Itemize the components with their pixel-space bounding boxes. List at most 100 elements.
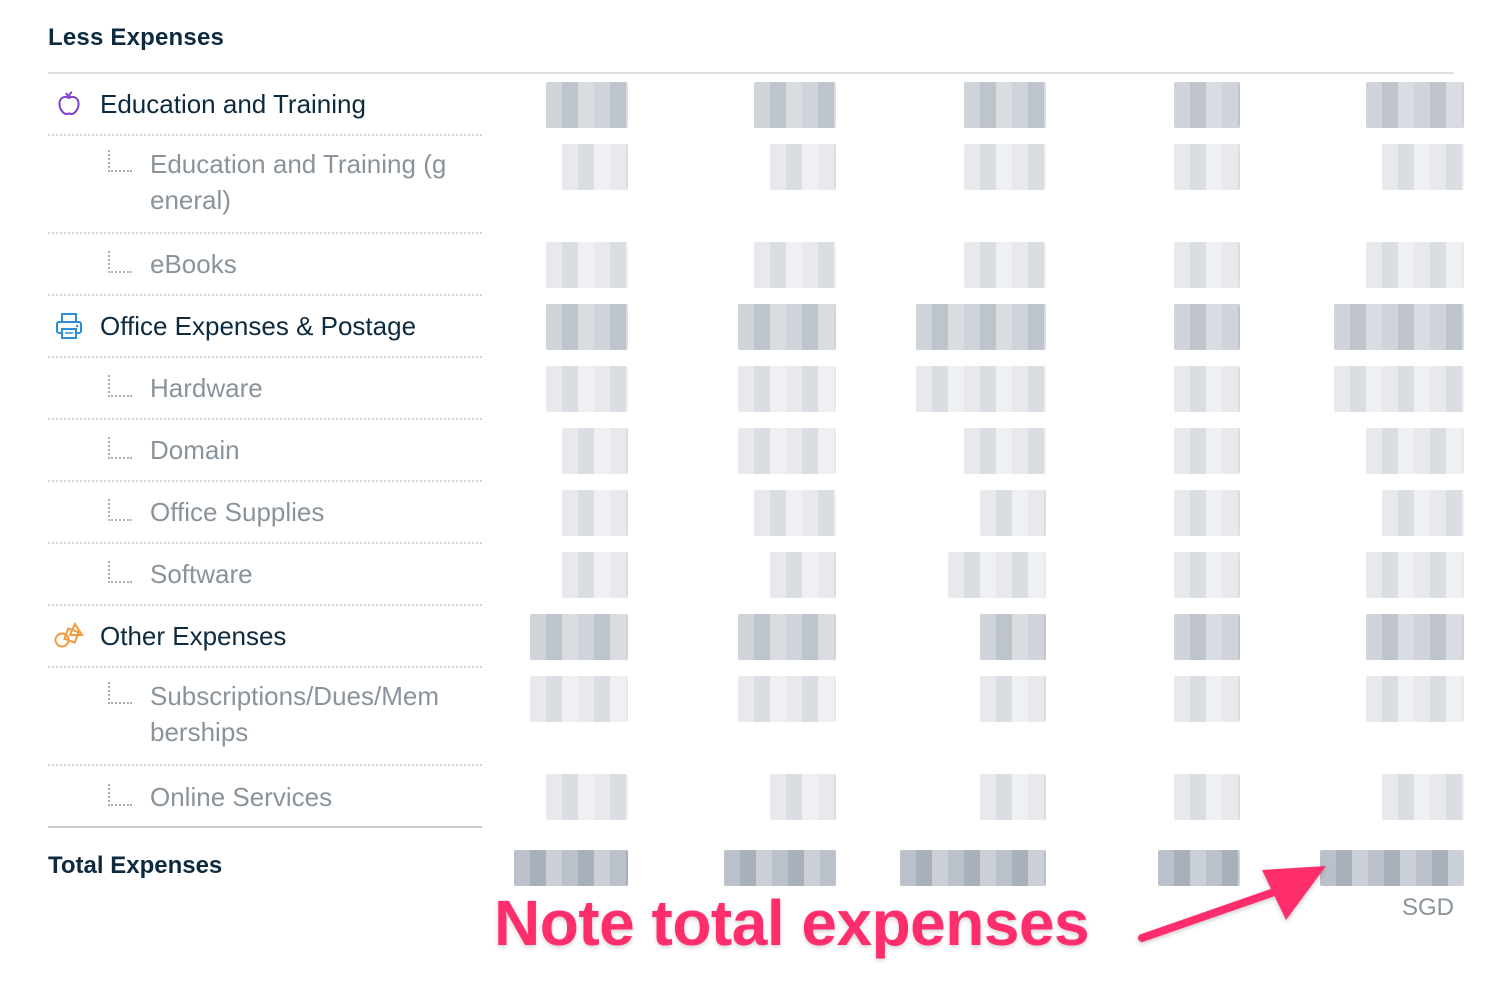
obscured-amounts — [482, 74, 1472, 834]
amount-row — [482, 304, 1472, 350]
amount-row — [482, 82, 1472, 128]
obscured-amount — [546, 82, 628, 128]
subcategory-row-online-services[interactable]: Online Services — [48, 766, 482, 828]
subcategory-label: Subscriptions/Dues/Memberships — [150, 681, 439, 747]
currency-label: SGD — [1401, 894, 1454, 921]
obscured-amount — [980, 774, 1046, 820]
obscured-amount — [980, 676, 1046, 722]
section-title: Less Expenses — [48, 24, 225, 51]
obscured-amount — [1382, 490, 1464, 536]
amount-row — [482, 428, 1472, 474]
annotation-arrow-icon — [1138, 866, 1326, 942]
obscured-total-amount — [1320, 850, 1464, 886]
tree-connector-icon — [108, 251, 132, 273]
obscured-amount — [754, 82, 836, 128]
apple-icon — [52, 87, 86, 121]
category-row-other-expenses[interactable]: Other Expenses — [48, 606, 482, 668]
subcategory-label: Domain — [150, 435, 240, 465]
subcategory-row-hardware[interactable]: Hardware — [48, 358, 482, 420]
obscured-amount — [1174, 242, 1240, 288]
amount-row — [482, 614, 1472, 660]
amount-row — [482, 552, 1472, 598]
subcategory-row-domain[interactable]: Domain — [48, 420, 482, 482]
obscured-amount — [1366, 428, 1464, 474]
obscured-amount — [948, 552, 1046, 598]
obscured-amount — [738, 428, 836, 474]
amount-row — [482, 774, 1472, 820]
obscured-amount — [546, 304, 628, 350]
category-label: Education and Training — [100, 88, 366, 119]
printer-icon — [52, 309, 86, 343]
obscured-amount — [1174, 774, 1240, 820]
tree-connector-icon — [108, 561, 132, 583]
obscured-amount — [1174, 144, 1240, 190]
category-label: Other Expenses — [100, 620, 287, 651]
amount-row — [482, 676, 1472, 722]
obscured-amount — [1366, 242, 1464, 288]
category-row-office-expenses[interactable]: Office Expenses & Postage — [48, 296, 482, 358]
subcategory-row-office-supplies[interactable]: Office Supplies — [48, 482, 482, 544]
obscured-amount — [1174, 82, 1240, 128]
obscured-amount — [1366, 552, 1464, 598]
tree-connector-icon — [108, 682, 132, 704]
obscured-amount — [770, 774, 836, 820]
obscured-total-amount — [724, 850, 836, 886]
subcategory-label: eBooks — [150, 249, 237, 279]
obscured-amount — [738, 614, 836, 660]
tree-connector-icon — [108, 499, 132, 521]
obscured-amount — [546, 774, 628, 820]
amount-row — [482, 242, 1472, 288]
obscured-amount — [916, 304, 1046, 350]
obscured-amount — [964, 242, 1046, 288]
tree-connector-icon — [108, 375, 132, 397]
obscured-amount — [562, 490, 628, 536]
obscured-amount — [546, 366, 628, 412]
subcategory-row-subscriptions[interactable]: Subscriptions/Dues/Memberships — [48, 668, 482, 766]
obscured-amount — [738, 366, 836, 412]
subcategory-label: Hardware — [150, 373, 263, 403]
obscured-amount — [738, 676, 836, 722]
tree-connector-icon — [108, 784, 132, 806]
subcategory-row-ebooks[interactable]: eBooks — [48, 234, 482, 296]
obscured-amount — [1366, 82, 1464, 128]
annotation-text: Note total expenses — [494, 887, 1090, 959]
amount-row — [482, 490, 1472, 536]
obscured-total-amount — [514, 850, 628, 886]
shapes-icon — [52, 619, 86, 653]
obscured-amount — [754, 490, 836, 536]
obscured-amount — [1174, 366, 1240, 412]
obscured-amount — [1174, 490, 1240, 536]
obscured-total-amount — [900, 850, 1046, 886]
obscured-amount — [1382, 774, 1464, 820]
subcategory-label: Online Services — [150, 782, 333, 812]
category-label: Office Expenses & Postage — [100, 310, 417, 341]
obscured-amount — [916, 366, 1046, 412]
obscured-amount — [1334, 304, 1464, 350]
obscured-amount — [1174, 614, 1240, 660]
obscured-amount — [964, 82, 1046, 128]
obscured-amount — [770, 144, 836, 190]
tree-connector-icon — [108, 150, 132, 172]
category-row-education[interactable]: Education and Training — [48, 74, 482, 136]
obscured-amount — [980, 614, 1046, 660]
obscured-amount — [754, 242, 836, 288]
obscured-amount — [1174, 552, 1240, 598]
obscured-amount — [530, 614, 628, 660]
obscured-amount — [980, 490, 1046, 536]
obscured-amount — [562, 144, 628, 190]
total-divider — [48, 826, 482, 828]
obscured-amount — [738, 304, 836, 350]
obscured-amount — [546, 242, 628, 288]
obscured-amount — [1366, 614, 1464, 660]
obscured-amount — [562, 552, 628, 598]
obscured-amount — [770, 552, 836, 598]
amount-row — [482, 144, 1472, 190]
tree-connector-icon — [108, 437, 132, 459]
subcategory-label: Education and Training (general) — [150, 149, 447, 215]
obscured-amount — [964, 428, 1046, 474]
subcategory-row-software[interactable]: Software — [48, 544, 482, 606]
subcategory-row-education-general[interactable]: Education and Training (general) — [48, 136, 482, 234]
obscured-amount — [1334, 366, 1464, 412]
obscured-amount — [562, 428, 628, 474]
obscured-amount — [1174, 676, 1240, 722]
